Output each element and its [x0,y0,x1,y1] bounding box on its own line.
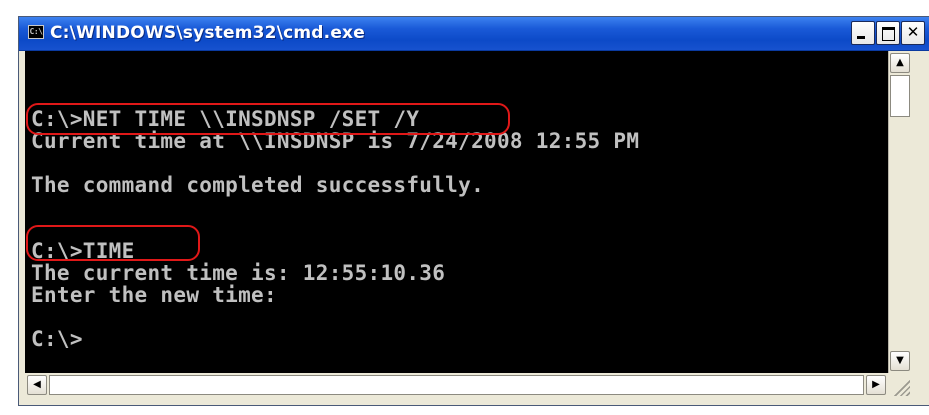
title-bar[interactable]: C:\ C:\WINDOWS\system32\cmd.exe ✕ [19,17,929,51]
scroll-down-button[interactable]: ▼ [890,351,910,371]
arrow-right-icon: ▶ [872,379,880,390]
maximize-button[interactable] [876,21,900,45]
window-title: C:\WINDOWS\system32\cmd.exe [50,23,365,43]
close-icon: ✕ [906,23,920,41]
console-line: C:\>TIME [31,239,135,263]
console-line: Current time at \\INSDNSP is 7/24/2008 1… [31,129,640,153]
console-line: The command completed successfully. [31,173,485,197]
console-line: C:\>NET TIME \\INSDNSP /SET /Y [31,107,420,131]
arrow-down-icon: ▼ [896,355,904,366]
vertical-scrollbar[interactable]: ▲ ▼ [888,51,911,373]
horizontal-scroll-thumb[interactable] [49,375,864,395]
scroll-right-button[interactable]: ▶ [866,375,886,395]
vertical-scroll-thumb[interactable] [890,75,910,117]
scroll-up-button[interactable]: ▲ [890,53,910,73]
minimize-button[interactable] [851,21,875,45]
arrow-up-icon: ▲ [896,57,904,68]
cmd-window: C:\ C:\WINDOWS\system32\cmd.exe ✕ C:\>NE… [18,16,929,406]
minimize-icon [857,36,865,39]
scroll-left-button[interactable]: ◀ [27,375,47,395]
horizontal-scrollbar[interactable]: ◀ ▶ [25,374,888,396]
console-line: The current time is: 12:55:10.36 [31,261,446,285]
console-output[interactable]: C:\>NET TIME \\INSDNSP /SET /Y Current t… [25,51,888,373]
console-line: Enter the new time: [31,283,277,307]
maximize-icon [882,27,895,41]
console-line: C:\> [31,327,83,351]
resize-grip-icon[interactable] [890,376,910,396]
arrow-left-icon: ◀ [33,379,41,390]
close-button[interactable]: ✕ [901,21,925,45]
cmd-app-icon[interactable]: C:\ [28,25,44,39]
